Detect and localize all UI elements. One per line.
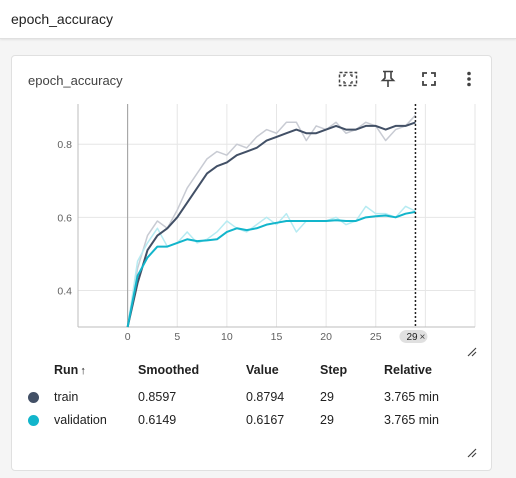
y-tick-label: 0.8 [57, 139, 72, 151]
table-row: train 0.8597 0.8794 29 3.765 min [28, 378, 474, 408]
x-tick-label: 0 [125, 331, 131, 343]
x-tick-label: 20 [320, 331, 332, 343]
runs-table: Run ↑ Smoothed Value Step Relative train … [28, 362, 474, 431]
x-tick-label: 10 [221, 331, 233, 343]
raw-value: 0.8794 [246, 389, 285, 404]
run-name: validation [54, 412, 107, 427]
run-color-dot[interactable] [28, 391, 39, 403]
step-cursor-badge[interactable]: 29 × [399, 330, 428, 343]
value-column-header[interactable]: Value [246, 362, 320, 378]
smoothed-column-header[interactable]: Smoothed [138, 362, 246, 378]
y-tick-label: 0.6 [57, 212, 72, 224]
color-column-header [28, 362, 54, 378]
top-bar: epoch_accuracy [0, 0, 516, 39]
run-column-header[interactable]: Run ↑ [54, 362, 138, 378]
relative-time: 3.765 min [384, 389, 439, 404]
run-color-dot[interactable] [28, 414, 39, 426]
x-tick-label: 5 [174, 331, 180, 343]
run-header-label: Run [54, 363, 79, 377]
resize-handle-icon[interactable] [467, 448, 477, 458]
step-value: 29 [320, 412, 334, 427]
series-line-validation[interactable] [126, 210, 416, 328]
smoothed-value: 0.8597 [138, 389, 177, 404]
relative-time: 3.765 min [384, 412, 439, 427]
smoothed-value: 0.6149 [138, 412, 177, 427]
resize-handle-icon[interactable] [467, 347, 477, 357]
table-row: validation 0.6149 0.6167 29 3.765 min [28, 408, 474, 431]
relative-column-header[interactable]: Relative [384, 362, 474, 378]
step-column-header[interactable]: Step [320, 362, 384, 378]
page-title: epoch_accuracy [11, 11, 113, 27]
sort-arrow-icon[interactable]: ↑ [80, 365, 86, 377]
run-name: train [54, 389, 79, 404]
x-tick-label: 15 [271, 331, 283, 343]
scalar-card: epoch_accuracy 0.4 0.6 0.8 0 5 10 15 20 25 [11, 55, 492, 471]
raw-value: 0.6167 [246, 412, 285, 427]
x-tick-label: 25 [370, 331, 382, 343]
step-value: 29 [320, 389, 334, 404]
step-cursor-label: 29 [406, 332, 418, 343]
y-tick-label: 0.4 [57, 285, 72, 297]
close-icon[interactable]: × [419, 332, 425, 343]
line-chart[interactable]: 0.4 0.6 0.8 0 5 10 15 20 25 29 × [12, 56, 491, 346]
